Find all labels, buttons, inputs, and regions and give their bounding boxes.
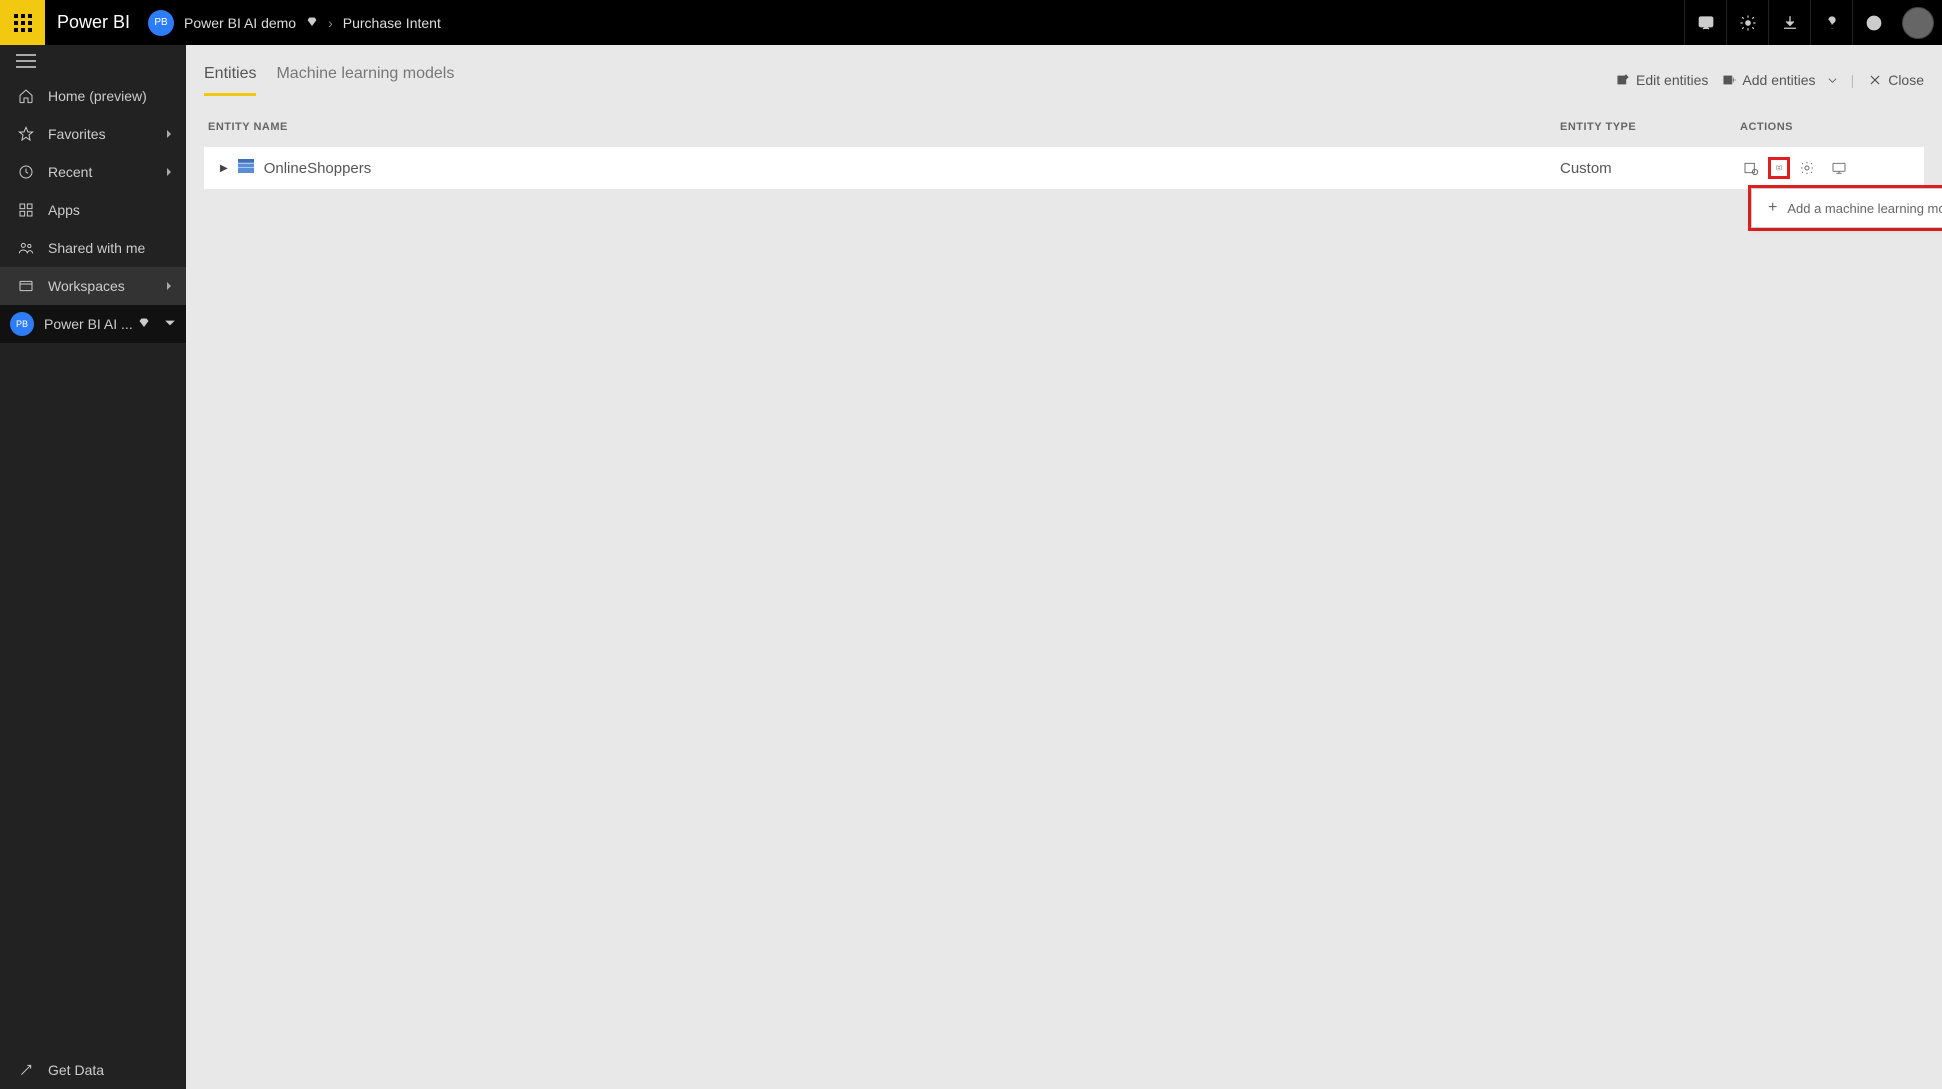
sidebar-item-label: Home (preview) [48,88,147,104]
chevron-down-icon [1828,76,1837,85]
shared-icon [18,240,34,256]
waffle-icon [14,14,32,32]
add-ml-model-action[interactable] [1768,157,1790,179]
star-icon [18,126,34,142]
sidebar-item-label: Favorites [48,126,106,142]
question-icon [1823,14,1841,32]
pane-actions: Edit entities Add entities | Close [1616,72,1924,96]
ml-model-dropdown: + Add a machine learning model [1748,185,1942,231]
breadcrumb-sep: › [328,15,333,31]
settings-button[interactable] [1726,0,1768,45]
add-ml-model-label: Add a machine learning model [1787,201,1942,216]
add-entities-button[interactable]: Add entities [1722,72,1836,88]
apps-icon [18,202,34,218]
col-entity-type: ENTITY TYPE [1560,121,1740,133]
entity-type: Custom [1560,160,1740,177]
breadcrumb: PB Power BI AI demo › Purchase Intent [148,10,441,36]
entity-settings-icon [1742,160,1760,176]
sidebar-item-apps[interactable]: Apps [0,191,186,229]
premium-diamond-icon [306,15,318,31]
expand-triangle-icon[interactable]: ▶ [220,163,228,174]
add-ml-model-option[interactable]: + Add a machine learning model [1751,188,1942,228]
edit-entities-label: Edit entities [1636,72,1708,88]
tab-entities[interactable]: Entities [204,65,256,96]
close-button[interactable]: Close [1868,72,1924,88]
sidebar-item-workspaces[interactable]: Workspaces [0,267,186,305]
screen-icon [1830,160,1848,176]
smile-icon [1865,14,1883,32]
sidebar-item-favorites[interactable]: Favorites [0,115,186,153]
plus-icon: + [1768,199,1777,217]
premium-diamond-icon [138,317,150,329]
chat-icon [1697,14,1715,32]
add-entities-label: Add entities [1742,72,1815,88]
chevron-right-icon [164,167,174,177]
topbar: Power BI PB Power BI AI demo › Purchase … [0,0,1942,45]
sidebar-item-label: Apps [48,202,80,218]
workspaces-icon [18,278,34,294]
row-actions: + Add a machine learning model [1740,157,1920,179]
sidebar-item-home[interactable]: Home (preview) [0,77,186,115]
sidebar-item-label: Workspaces [48,278,125,294]
main-pane: Entities Machine learning models Edit en… [186,45,1942,1089]
entities-grid: ENTITY NAME ENTITY TYPE ACTIONS ▶ Online… [186,97,1942,189]
help-button[interactable] [1810,0,1852,45]
sidebar-item-shared[interactable]: Shared with me [0,229,186,267]
tab-ml-models[interactable]: Machine learning models [276,65,454,96]
edit-entities-button[interactable]: Edit entities [1616,72,1708,88]
entity-settings-action[interactable] [1740,157,1762,179]
action-separator: | [1851,72,1855,88]
sidebar: Home (preview) Favorites Recent Apps Sha… [0,45,186,1089]
entity-config-action[interactable] [1796,157,1818,179]
get-data-icon [18,1062,34,1078]
app-launcher-button[interactable] [0,0,45,45]
topbar-icons [1684,0,1942,45]
sidebar-item-label: Shared with me [48,240,145,256]
workspace-pill[interactable]: PB [148,10,174,36]
download-icon [1781,14,1799,32]
hamburger-icon [16,54,36,68]
table-row[interactable]: ▶ OnlineShoppers Custom + Add [204,147,1924,189]
breadcrumb-page[interactable]: Purchase Intent [343,15,441,31]
avatar[interactable] [1902,7,1934,39]
sidebar-current-workspace[interactable]: PB Power BI AI ... [0,305,186,343]
sidebar-item-recent[interactable]: Recent [0,153,186,191]
chevron-right-icon [164,281,174,291]
close-label: Close [1888,72,1924,88]
close-icon [1868,73,1882,87]
sidebar-item-get-data[interactable]: Get Data [0,1051,186,1089]
download-button[interactable] [1768,0,1810,45]
brand-title: Power BI [57,12,130,33]
entity-name: OnlineShoppers [264,160,372,177]
tabs: Entities Machine learning models [204,45,454,96]
chevron-right-icon [164,129,174,139]
edit-icon [1616,73,1630,87]
sidebar-toggle[interactable] [0,45,186,77]
gear-icon [1798,160,1816,176]
sidebar-item-label: Get Data [48,1062,104,1078]
home-icon [18,88,34,104]
col-entity-name: ENTITY NAME [208,121,1560,133]
current-workspace-label: Power BI AI ... [44,316,133,332]
chevron-down-icon [164,317,176,329]
feedback-button[interactable] [1852,0,1894,45]
table-icon [238,159,254,177]
entity-refresh-action[interactable] [1828,157,1850,179]
col-actions: ACTIONS [1740,121,1920,133]
add-entities-icon [1722,73,1736,87]
brain-icon [1775,160,1783,176]
workspace-pill-small: PB [10,312,34,336]
sidebar-item-label: Recent [48,164,92,180]
breadcrumb-workspace[interactable]: Power BI AI demo [184,15,296,31]
clock-icon [18,164,34,180]
notifications-button[interactable] [1684,0,1726,45]
pane-header: Entities Machine learning models Edit en… [186,45,1942,97]
gear-icon [1739,14,1757,32]
grid-header: ENTITY NAME ENTITY TYPE ACTIONS [204,121,1924,147]
